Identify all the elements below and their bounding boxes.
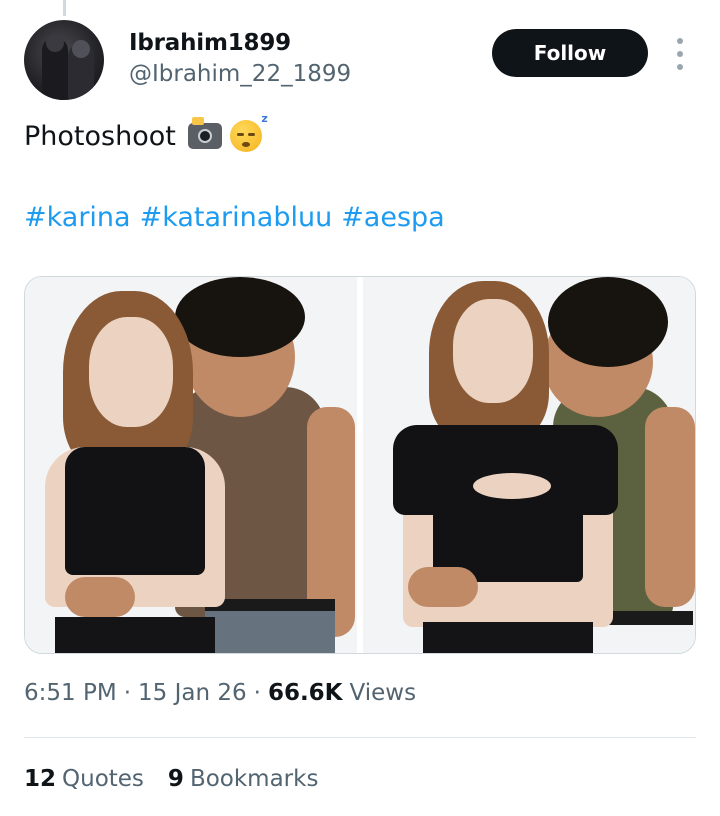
more-vertical-icon[interactable] bbox=[668, 38, 692, 70]
arm-shape bbox=[645, 407, 695, 607]
photo-1[interactable] bbox=[25, 277, 357, 653]
sleeping-face-emoji-icon: z bbox=[229, 112, 268, 152]
views-count: 66.6K bbox=[267, 680, 343, 706]
hand-shape bbox=[65, 577, 135, 617]
quotes-label: Quotes bbox=[62, 766, 144, 792]
camera-flash-emoji-icon bbox=[187, 117, 222, 149]
tweet-text: Photoshoot z bbox=[24, 112, 268, 152]
media-grid bbox=[24, 276, 696, 654]
tweet-text-content: Photoshoot bbox=[24, 120, 176, 152]
hashtag-list: #karina #katarinabluu #aespa bbox=[24, 202, 445, 233]
dot-icon bbox=[677, 51, 683, 57]
follow-button[interactable]: Follow bbox=[492, 29, 648, 77]
meta-separator: · bbox=[253, 680, 261, 706]
belt-shape bbox=[205, 599, 335, 611]
hand-shape bbox=[408, 567, 478, 607]
bookmarks-stat[interactable]: 9 Bookmarks bbox=[168, 766, 319, 792]
black-top-shape bbox=[393, 425, 618, 515]
hashtag-link[interactable]: #karina bbox=[24, 202, 131, 233]
divider bbox=[24, 737, 696, 738]
user-handle[interactable]: @Ibrahim_22_1899 bbox=[129, 61, 351, 87]
bookmarks-count: 9 bbox=[167, 766, 184, 792]
hashtag-link[interactable]: #aespa bbox=[341, 202, 445, 233]
tweet-stats: 12 Quotes 9 Bookmarks bbox=[24, 766, 318, 792]
pants-shape bbox=[55, 617, 215, 653]
thread-connector-line bbox=[63, 0, 66, 16]
avatar-head-left bbox=[46, 34, 64, 52]
meta-separator: · bbox=[123, 680, 131, 706]
dot-icon bbox=[677, 38, 683, 44]
face-shape bbox=[89, 317, 173, 427]
avatar[interactable] bbox=[24, 20, 104, 100]
face-shape bbox=[453, 299, 533, 403]
avatar-head-right bbox=[72, 40, 90, 58]
views-label: Views bbox=[349, 680, 417, 706]
tweet-meta: 6:51 PM · 15 Jan 26 · 66.6K Views bbox=[24, 680, 416, 706]
cutout-shape bbox=[473, 473, 551, 499]
hair-shape bbox=[175, 277, 305, 357]
photo-2[interactable] bbox=[363, 277, 695, 653]
hair-shape bbox=[548, 277, 668, 367]
quotes-count: 12 bbox=[24, 766, 57, 792]
pants-shape bbox=[423, 622, 593, 653]
user-display-name[interactable]: Ibrahim1899 bbox=[129, 30, 291, 56]
tweet-date[interactable]: 15 Jan 26 bbox=[138, 680, 247, 706]
black-top-shape bbox=[65, 447, 205, 575]
tweet-time[interactable]: 6:51 PM bbox=[24, 680, 117, 706]
hashtag-link[interactable]: #katarinabluu bbox=[140, 202, 333, 233]
bookmarks-label: Bookmarks bbox=[189, 766, 319, 792]
jeans-shape bbox=[205, 607, 335, 653]
quotes-stat[interactable]: 12 Quotes bbox=[24, 766, 144, 792]
dot-icon bbox=[677, 64, 683, 70]
